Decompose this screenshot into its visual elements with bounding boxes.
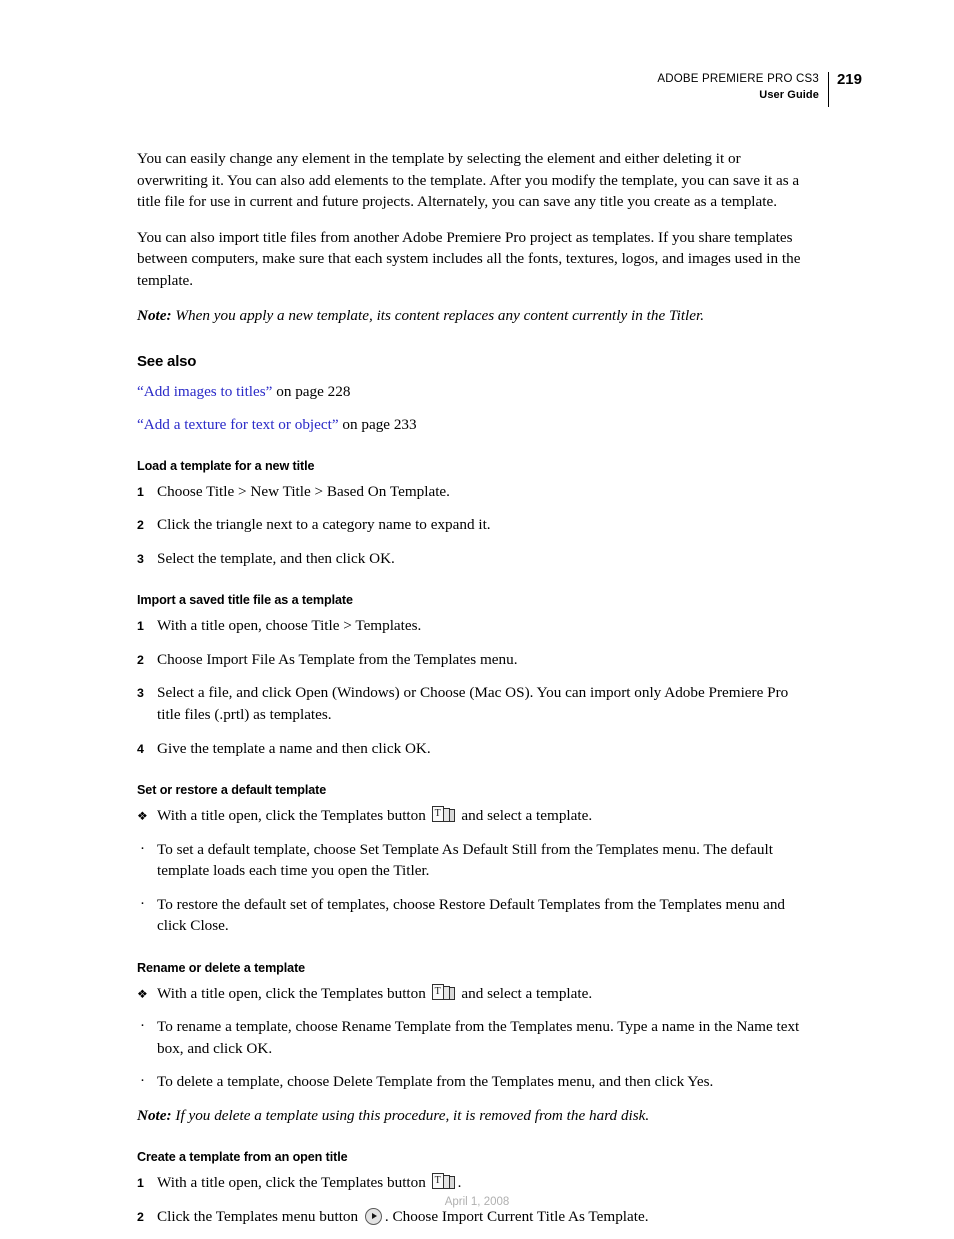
dot-bullet-icon: · [140,840,145,857]
step-number: 1 [137,619,144,633]
dot-bullet-item: · To set a default template, choose Set … [137,839,815,882]
see-also-entry-2: “Add a texture for text or object” on pa… [137,414,815,435]
header-doc-type: User Guide [759,89,819,101]
see-also-page-ref-1: on page 228 [272,382,351,400]
header-product-name: ADOBE PREMIERE PRO CS3 [657,73,819,85]
bullet-text: To delete a template, choose Delete Temp… [157,1073,714,1090]
templates-button-icon[interactable]: T [431,806,456,823]
note-titler-content: Note: When you apply a new template, its… [137,305,815,327]
diamond-bullet-icon: ❖ [137,809,148,823]
step-item: 3 Select a file, and click Open (Windows)… [137,682,815,726]
step-text: With a title open, choose Title > Templa… [157,617,422,634]
templates-icon-letter: T [434,808,441,819]
step-text-before-icon: Click the Templates menu button [157,1207,359,1225]
step-text: Choose Title > New Title > Based On Temp… [157,482,450,500]
note-delete-template: Note: If you delete a template using thi… [137,1105,815,1127]
heading-import-template: Import a saved title file as a template [137,593,353,607]
step-item: 1 With a title open, click the Templates… [137,1172,815,1194]
step-item: 2 Choose Import File As Template from th… [137,649,815,671]
dot-bullet-item: · To rename a template, choose Rename Te… [137,1016,815,1059]
step-text: Select the template, and then click OK. [157,549,395,567]
step-text: Choose Import File As Template from the … [157,650,518,668]
step-number: 2 [137,1209,144,1224]
note-text: When you apply a new template, its conte… [175,307,705,324]
step-item: 4 Give the template a name and then clic… [137,738,815,760]
note-label: Note: [137,1106,172,1124]
dot-bullet-icon: · [140,1018,145,1034]
dot-bullet-icon: · [140,895,145,912]
link-add-images-to-titles[interactable]: Add images to titles [144,383,266,400]
step-text-before-icon: With a title open, click the Templates b… [157,1174,426,1191]
bullet-text-before-icon: With a title open, click the Templates b… [157,807,426,824]
step-item: 3 Select the template, and then click OK… [137,548,815,570]
dot-bullet-item: · To delete a template, choose Delete Te… [137,1071,815,1093]
intro-paragraph-2: You can also import title files from ano… [137,228,801,289]
step-number: 4 [137,741,144,756]
bullet-text-before-icon: With a title open, click the Templates b… [157,984,426,1002]
quote-open: “ [137,415,144,433]
heading-load-template: Load a template for a new title [137,458,315,473]
note-label: Note: [137,307,172,324]
quote-close: ” [331,415,339,433]
link-add-a-texture-for-text-or-object[interactable]: Add a texture for text or object [144,416,332,433]
quote-open: “ [137,382,144,400]
see-also-page-ref-2: on page 233 [338,415,417,433]
bullet-text: To restore the default set of templates,… [157,895,786,935]
templates-button-icon[interactable]: T [431,983,456,1001]
step-number: 2 [137,652,144,667]
bullet-text-after-icon: and select a template. [461,984,593,1002]
see-also-entry-1: “Add images to titles” on page 228 [137,381,815,402]
templates-button-icon[interactable]: T [431,1173,456,1190]
heading-rename-delete-template: Rename or delete a template [137,960,306,975]
header-title-block: ADOBE PREMIERE PRO CS3 User Guide [657,72,828,112]
document-page: ADOBE PREMIERE PRO CS3 User Guide 219 Yo… [0,0,954,1235]
step-text: Click the triangle next to a category na… [157,516,491,533]
step-text: Give the template a name and then click … [157,739,431,757]
step-text: Select a file, and click Open (Windows) … [157,684,789,723]
diamond-bullet-icon: ❖ [137,986,148,1001]
bullet-text: To rename a template, choose Rename Temp… [157,1018,800,1057]
diamond-bullet-item: ❖ With a title open, click the Templates… [137,805,815,827]
heading-set-restore-default-template: Set or restore a default template [137,783,327,797]
step-number: 1 [137,1176,144,1190]
intro-paragraph-1: You can easily change any element in the… [137,150,800,210]
page-number: 219 [836,71,862,88]
templates-icon-letter: T [434,1175,441,1186]
step-text-after-icon: . Choose Import Current Title As Templat… [384,1207,649,1225]
see-also-heading: See also [137,352,197,370]
step-item: 1 Choose Title > New Title > Based On Te… [137,481,815,503]
diamond-bullet-item: ❖ With a title open, click the Templates… [137,983,815,1005]
step-item: 1 With a title open, choose Title > Temp… [137,615,815,637]
page-footer-date: April 1, 2008 [444,1196,510,1208]
page-content: You can easily change any element in the… [137,148,815,1239]
heading-create-template-from-open-title: Create a template from an open title [137,1150,348,1164]
step-item: 2 Click the Templates menu button . Choo… [137,1206,815,1228]
step-number: 3 [137,551,144,566]
step-text-after-icon: . [457,1174,462,1191]
step-number: 2 [137,518,144,532]
bullet-text: To set a default template, choose Set Te… [157,840,773,880]
templates-icon-letter: T [434,985,441,997]
dot-bullet-icon: · [140,1073,145,1089]
step-number: 1 [137,484,144,499]
step-number: 3 [137,686,144,700]
templates-menu-button-icon[interactable] [364,1207,382,1225]
running-header: ADOBE PREMIERE PRO CS3 User Guide 219 [657,72,862,112]
step-item: 2 Click the triangle next to a category … [137,514,815,536]
dot-bullet-item: · To restore the default set of template… [137,894,815,937]
bullet-text-after-icon: and select a template. [461,807,593,824]
note-text: If you delete a template using this proc… [175,1106,650,1124]
